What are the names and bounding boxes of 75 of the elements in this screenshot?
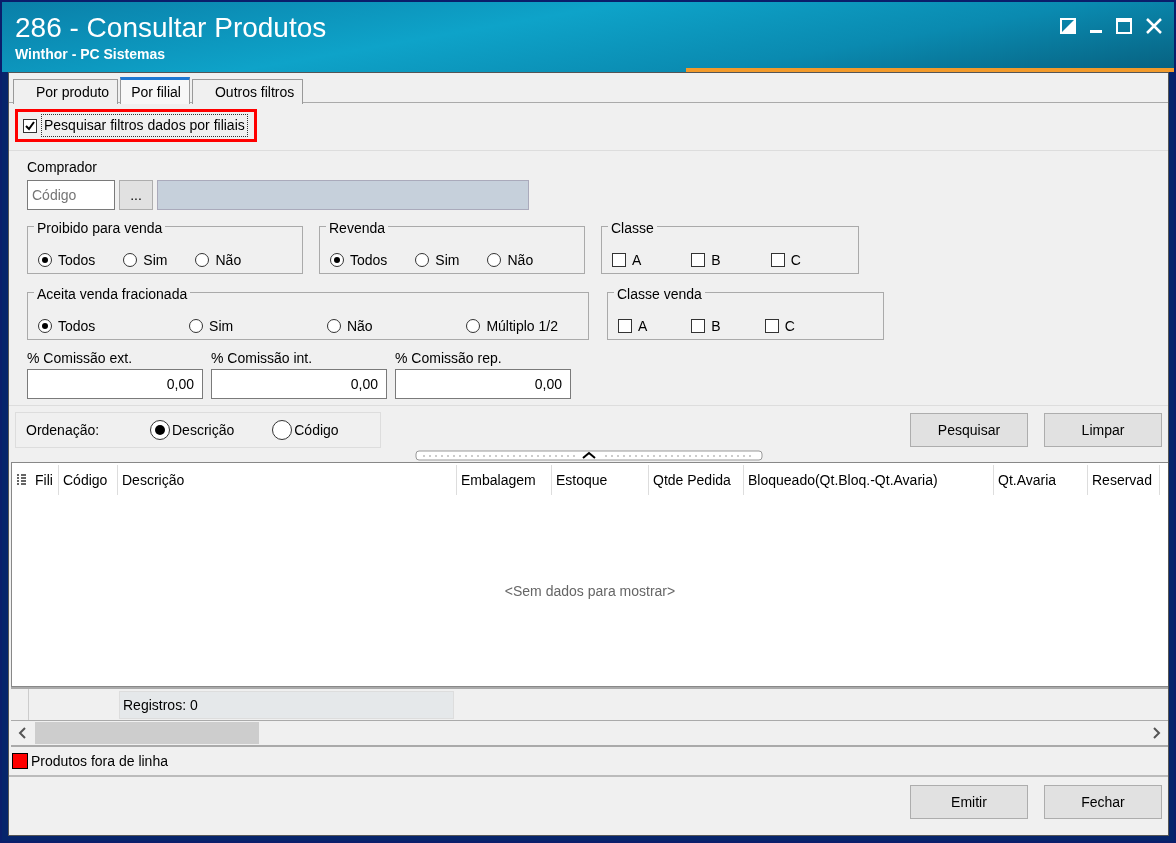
code-field[interactable]: Código xyxy=(27,180,115,210)
radio-button[interactable] xyxy=(38,253,52,267)
checkbox[interactable] xyxy=(691,319,706,333)
radio-button[interactable] xyxy=(189,319,204,333)
option-label: Não xyxy=(346,316,373,336)
radio-button[interactable] xyxy=(487,253,502,267)
radio-button[interactable] xyxy=(415,253,430,267)
option-label: Não xyxy=(507,250,534,270)
option-label: Sim xyxy=(143,250,168,270)
maximize-icon[interactable] xyxy=(1116,18,1132,34)
field-label: Comprador xyxy=(27,158,99,177)
action-button[interactable]: Fechar xyxy=(1044,785,1162,819)
checkbox[interactable] xyxy=(691,253,706,267)
number-field[interactable]: 0,00 xyxy=(211,369,387,399)
option-label: Descrição xyxy=(172,420,235,440)
option-label: Todos xyxy=(58,316,96,336)
option-label: A xyxy=(638,316,648,336)
number-field[interactable]: 0,00 xyxy=(27,369,203,399)
radio-button[interactable] xyxy=(466,319,481,333)
column-header[interactable]: Qt.Avaria xyxy=(994,465,1088,495)
radio-button[interactable] xyxy=(123,253,138,267)
scrollbar-thumb[interactable] xyxy=(35,722,259,744)
option-label: A xyxy=(632,250,642,270)
legend-label: Produtos fora de linha xyxy=(31,751,168,771)
close-icon[interactable] xyxy=(1146,18,1162,34)
option-label: Sim xyxy=(209,316,234,336)
checkbox[interactable] xyxy=(23,118,37,133)
column-header[interactable]: Bloqueado(Qt.Bloq.-Qt.Avaria) xyxy=(744,465,994,495)
window-title: 286 - Consultar Produtos xyxy=(15,12,327,44)
option-label: Código xyxy=(294,420,339,440)
radio-button[interactable] xyxy=(272,420,293,440)
option-label: Sim xyxy=(435,250,460,270)
option-label: Todos xyxy=(350,250,388,270)
option-label: C xyxy=(790,250,801,270)
checkbox[interactable] xyxy=(618,319,632,333)
column-header[interactable]: Estoque xyxy=(552,465,649,495)
empty-message: <Sem dados para mostrar> xyxy=(504,582,676,601)
option-label: Todos xyxy=(58,250,96,270)
checkbox[interactable] xyxy=(612,253,626,267)
theme-icon[interactable] xyxy=(1060,18,1076,34)
window-subtitle: Winthor - PC Sistemas xyxy=(15,45,166,64)
number-field[interactable]: 0,00 xyxy=(395,369,571,399)
column-header[interactable]: Fili xyxy=(31,465,59,495)
field-label: % Comissão ext. xyxy=(27,349,134,368)
option-label: B xyxy=(711,250,721,270)
column-header[interactable]: Qtde Pedida xyxy=(649,465,744,495)
checkbox[interactable] xyxy=(764,319,779,333)
field-label: % Comissão rep. xyxy=(395,349,503,368)
radio-button[interactable] xyxy=(195,253,210,267)
column-header[interactable]: Descrição xyxy=(118,465,457,495)
column-chooser-icon[interactable] xyxy=(15,473,27,487)
action-button[interactable]: Pesquisar xyxy=(910,413,1028,447)
tab[interactable]: Outros filtros xyxy=(191,79,304,104)
radio-button[interactable] xyxy=(150,420,170,440)
checkbox-label[interactable]: Pesquisar filtros dados por filiais xyxy=(41,114,248,137)
checkbox[interactable] xyxy=(770,253,785,267)
action-button[interactable]: Emitir xyxy=(910,785,1028,819)
record-count: Registros: 0 xyxy=(119,690,454,719)
column-header[interactable]: Código xyxy=(59,465,118,495)
splitter-handle[interactable] xyxy=(414,450,763,462)
action-button[interactable]: Limpar xyxy=(1044,413,1162,447)
option-label: C xyxy=(784,316,795,336)
radio-button[interactable] xyxy=(38,319,52,333)
column-header[interactable]: Reservad xyxy=(1088,465,1160,495)
column-header[interactable]: Embalagem xyxy=(457,465,552,495)
tab[interactable]: Por produto xyxy=(13,79,119,104)
option-label: Múltiplo 1/2 xyxy=(486,316,558,336)
field-label: % Comissão int. xyxy=(211,349,314,368)
option-label: Não xyxy=(215,250,242,270)
ordering-label: Ordenação: xyxy=(26,420,101,440)
radio-button[interactable] xyxy=(326,319,341,333)
radio-button[interactable] xyxy=(330,253,344,267)
option-label: B xyxy=(711,316,721,336)
tab[interactable]: Por filial xyxy=(120,77,190,104)
lookup-button[interactable]: ... xyxy=(119,180,153,210)
